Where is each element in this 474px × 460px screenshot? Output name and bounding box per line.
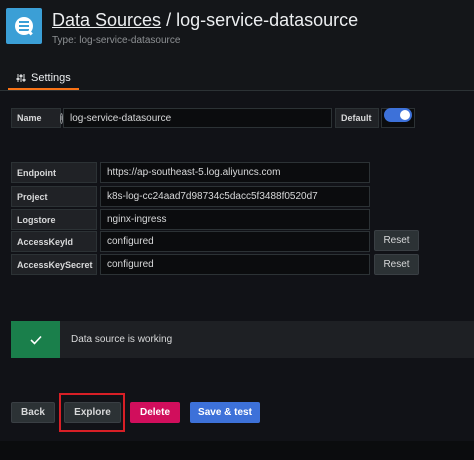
breadcrumb-datasources-link[interactable]: Data Sources bbox=[52, 10, 161, 30]
save-test-button[interactable]: Save & test bbox=[190, 402, 260, 423]
alert-icon-box bbox=[11, 321, 60, 358]
name-label: Name i bbox=[11, 108, 64, 128]
accesskeyid-reset-button[interactable]: Reset bbox=[374, 230, 419, 251]
accesskeysecret-input[interactable]: configured bbox=[100, 254, 370, 275]
page-footer bbox=[0, 441, 474, 460]
page-title: Data Sources / log-service-datasource bbox=[52, 10, 358, 31]
tab-bar: Settings bbox=[0, 68, 474, 91]
status-alert: Data source is working bbox=[11, 321, 474, 358]
name-input[interactable]: log-service-datasource bbox=[63, 108, 332, 128]
toggle-knob bbox=[400, 110, 410, 120]
project-label: Project bbox=[11, 186, 97, 207]
datasource-icon bbox=[15, 17, 33, 36]
accesskeysecret-reset-button[interactable]: Reset bbox=[374, 254, 419, 275]
default-label: Default bbox=[335, 108, 379, 128]
logstore-input[interactable]: nginx-ingress bbox=[100, 209, 370, 230]
breadcrumb-separator: / bbox=[161, 10, 177, 30]
delete-button[interactable]: Delete bbox=[130, 402, 180, 423]
accesskeysecret-label: AccessKeySecret bbox=[11, 254, 97, 275]
explore-highlight bbox=[59, 393, 125, 432]
alert-message: Data source is working bbox=[71, 334, 173, 345]
endpoint-label: Endpoint bbox=[11, 162, 97, 183]
sliders-icon bbox=[16, 74, 26, 82]
back-button[interactable]: Back bbox=[11, 402, 55, 423]
check-icon bbox=[29, 335, 42, 345]
name-label-text: Name bbox=[17, 113, 42, 123]
page-subtitle: Type: log-service-datasource bbox=[52, 35, 181, 46]
accesskeyid-label: AccessKeyId bbox=[11, 231, 97, 252]
project-input[interactable]: k8s-log-cc24aad7d98734c5dacc5f3488f0520d… bbox=[100, 186, 370, 207]
datasource-logo bbox=[6, 8, 42, 44]
endpoint-input[interactable]: https://ap-southeast-5.log.aliyuncs.com bbox=[100, 162, 370, 183]
accesskeyid-input[interactable]: configured bbox=[100, 231, 370, 252]
logstore-label: Logstore bbox=[11, 209, 97, 230]
default-toggle[interactable] bbox=[384, 108, 412, 122]
tab-settings[interactable]: Settings bbox=[8, 68, 79, 90]
page-header: Data Sources / log-service-datasource Ty… bbox=[0, 0, 474, 68]
tab-settings-label: Settings bbox=[31, 72, 71, 84]
datasource-title: log-service-datasource bbox=[176, 10, 359, 30]
